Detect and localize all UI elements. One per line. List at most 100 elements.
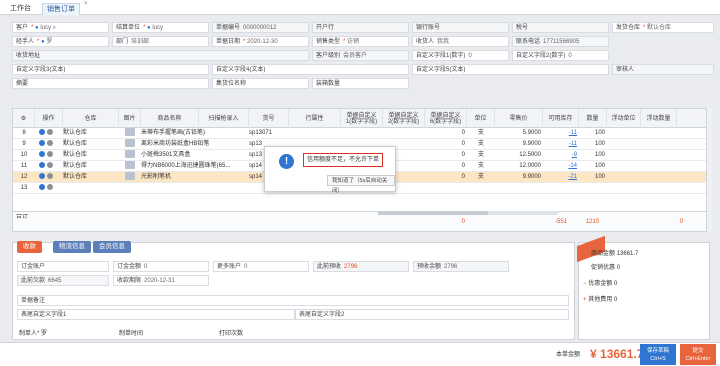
deposit-amount-field[interactable]: 订金金额 0 [113,261,209,272]
info-icon: ● [35,25,39,31]
product-thumbnail [121,139,139,150]
custom2-field[interactable]: 自定义字段2(数字) 0 [512,50,609,61]
row-product-name [141,183,249,194]
order-no-field: 单据编号 0000000012 [212,22,309,33]
settlement-field[interactable]: 结算单位 * ● lucy [112,22,209,33]
customer-level-field: 客户级别 会员客户 [312,50,409,61]
more-accounts-field[interactable]: 更多账户 0 [213,261,309,272]
row-qty [579,183,605,194]
row-operations[interactable] [39,161,63,172]
submit-button[interactable]: 提交 Ctrl+Enter [680,344,716,365]
tab-logistics[interactable]: 物流信息 [53,241,91,253]
row-operations[interactable] [39,150,63,161]
reviewer-field: 审核人 [612,64,714,75]
packing-field[interactable]: 装箱数量 [312,78,409,89]
row-price: 5.9000 [522,130,541,136]
tab-sales-order[interactable]: 销售订单 [42,3,80,15]
assembly-field[interactable]: 集货位名称 [212,78,309,89]
delete-icon[interactable] [46,129,53,136]
add-icon[interactable] [39,173,45,180]
delete-icon[interactable] [46,151,53,158]
row-stock[interactable]: -11 [543,139,577,150]
product-thumbnail [121,172,139,183]
sales-type-field[interactable]: 销售类型 * 访销 [312,36,409,47]
dept-field[interactable]: 部门 培训部 [112,36,209,47]
row-warehouse: 默认仓库 [63,152,88,158]
order-total-label: 本单金额 [556,352,581,358]
row-warehouse: 默认仓库 [63,130,88,136]
promo-amount: 促销优惠 0 [591,265,621,271]
custom1-field[interactable]: 自定义字段1(数字) 0 [412,50,509,61]
row-stock[interactable]: -21 [543,172,577,183]
grid-vertical-scrollbar[interactable] [707,108,712,232]
close-icon[interactable]: × [84,1,88,7]
discount-amount[interactable]: − 优惠金额 0 [583,279,617,289]
product-thumbnail [121,150,139,161]
delete-icon[interactable] [46,173,53,180]
row-operations[interactable] [39,183,63,194]
add-icon[interactable] [39,140,45,147]
delete-icon[interactable] [46,140,53,147]
other-fees[interactable]: + 其他费用 0 [583,295,617,305]
remark-field[interactable]: 单据备注 [17,295,569,306]
row-product-name: 离彩米商坊装纸盒HB铅笔 [141,141,210,147]
tail1-field[interactable]: 表尾自定义字段1 [17,309,295,320]
row-stock[interactable]: -9 [543,150,577,161]
date-field[interactable]: 单据日期 * 2020-12-30 [212,36,309,47]
tax-no-field: 税号 [512,22,609,33]
handler-field[interactable]: 经手人 * ● 罗 [12,36,109,47]
add-icon[interactable] [39,162,45,169]
custom3-field[interactable]: 自定义字段3(文本) [12,64,209,75]
tail2-field[interactable]: 表尾自定义字段2 [295,309,569,320]
dialog-ok-button[interactable]: 我知道了（5s后自动关闭） [327,175,395,194]
save-draft-button[interactable]: 保存草稿 Ctrl+S [640,344,676,365]
custom5-field[interactable]: 自定义字段5(文本) [412,64,609,75]
bank-account-field: 银行账号 [412,22,509,33]
receiver-field[interactable]: 收货人 我我 [412,36,509,47]
row-operations[interactable] [39,172,63,183]
amount-summary-panel: 商品金额 13661.7 促销优惠 0 − 优惠金额 0 + 其他费用 0 [577,235,710,340]
pay-deadline-field[interactable]: 收款期限 2020-12-31 [113,275,209,286]
table-row[interactable]: 8 默认仓库 米蒂布手握笔画(古铅笔) sp13071 0 支 5.9000 -11 100 [13,128,706,139]
add-icon[interactable] [39,151,45,158]
warehouse-field[interactable]: 发货仓库 * 默认仓库 [612,22,714,33]
row-qty: 100 [594,174,605,180]
row-operations[interactable] [39,128,63,139]
settings-icon[interactable]: ⚙ [13,109,35,128]
delete-icon[interactable] [46,162,53,169]
row-product-name: 得力NB6000上海迅捷圆珠笔(65... [141,163,231,169]
dialog-message: 信用额度不足，不允许下单 [303,153,384,167]
scan-toggle[interactable]: 扫描枪录入 [199,109,249,128]
order-total: ¥ 13661.7 [590,347,644,361]
receivable-field: 此前预收 2796 [313,261,409,272]
row-warehouse: 默认仓库 [63,174,88,180]
tab-workbench[interactable]: 工作台 [6,3,35,15]
row-custom6: 0 [461,152,465,158]
row-unit: 支 [477,130,484,136]
summary-field[interactable]: 摘要 [12,78,209,89]
row-operations[interactable] [39,139,63,150]
row-price: 9.9000 [522,174,541,180]
delete-icon[interactable] [46,184,53,191]
tab-member[interactable]: 会员信息 [93,241,131,253]
tab-bar: 工作台 销售订单 × [0,0,720,15]
custom4-field[interactable]: 自定义字段4(文本) [212,64,409,75]
row-stock[interactable] [543,183,577,194]
add-icon[interactable] [39,184,45,191]
creator-label: 制单人* 罗 [19,331,48,337]
deposit-account-field[interactable]: 订金账户 [17,261,109,272]
row-stock[interactable]: -14 [543,161,577,172]
row-number: 13 [20,185,28,191]
row-product-name: 米蒂布手握笔画(古铅笔) [141,130,205,136]
row-stock[interactable]: -11 [543,128,577,139]
row-price: 12.0000 [519,163,541,169]
customer-field[interactable]: 客户 * ● lucy ⌕ [12,22,109,33]
grid-total-row: 合计 0 -551 1210 0 [13,211,706,231]
row-unit: 支 [477,141,484,147]
grid-horizontal-scrollbar[interactable] [378,211,558,215]
print-count-label: 打印次数 [219,331,244,337]
tab-payment[interactable]: 收款 [17,241,42,253]
row-price: 9.9000 [522,141,541,147]
row-unit: 支 [477,174,484,180]
add-icon[interactable] [39,129,45,136]
